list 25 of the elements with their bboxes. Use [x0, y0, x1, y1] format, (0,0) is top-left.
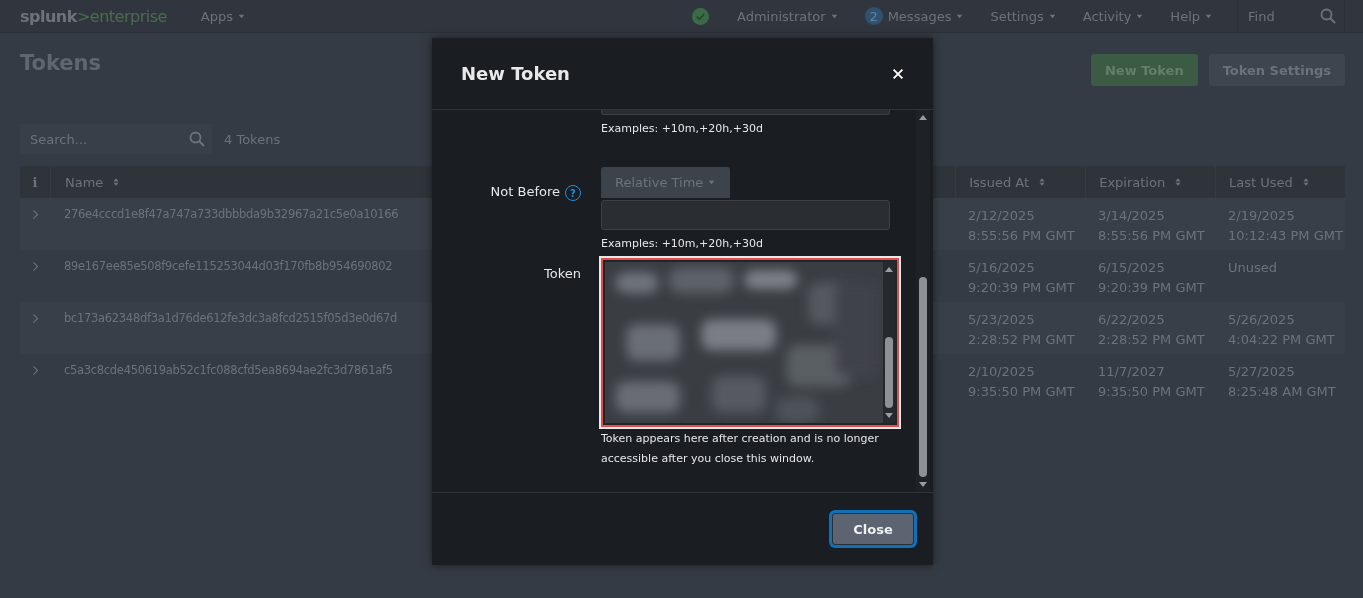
logo[interactable]: splunk>enterprise [20, 6, 167, 26]
apps-menu[interactable]: Apps [200, 8, 246, 24]
dialog-title: New Token [461, 63, 570, 84]
find-field[interactable]: Find [1237, 1, 1345, 31]
field-label: Not Before [490, 184, 560, 199]
nav-menu[interactable]: Settings [990, 8, 1057, 24]
nav-menu[interactable]: Help [1170, 8, 1213, 24]
close-button[interactable]: Close [832, 513, 914, 545]
nav-menu[interactable]: Activity [1082, 8, 1145, 24]
scrollbar[interactable] [883, 262, 895, 423]
hint-text: Examples: +10m,+20h,+30d [601, 122, 764, 135]
close-icon[interactable] [891, 66, 905, 81]
column-header[interactable]: Name [64, 174, 104, 190]
field-label: Token [544, 266, 581, 281]
hint-text: Examples: +10m,+20h,+30d [601, 237, 764, 250]
column-header[interactable]: Expiration [1099, 174, 1166, 190]
scrollbar[interactable] [916, 110, 930, 492]
column-header[interactable]: Issued At [969, 174, 1030, 190]
search-icon [1320, 8, 1336, 24]
help-text: Token appears here after creation and is no longer accessible after you close this window. [601, 431, 880, 467]
info-column-header[interactable]: i [32, 174, 38, 190]
user-menu[interactable]: Administrator [737, 8, 839, 24]
search-icon [189, 131, 205, 147]
caret-icon [707, 178, 717, 187]
column-header[interactable]: Last Used [1229, 174, 1293, 190]
